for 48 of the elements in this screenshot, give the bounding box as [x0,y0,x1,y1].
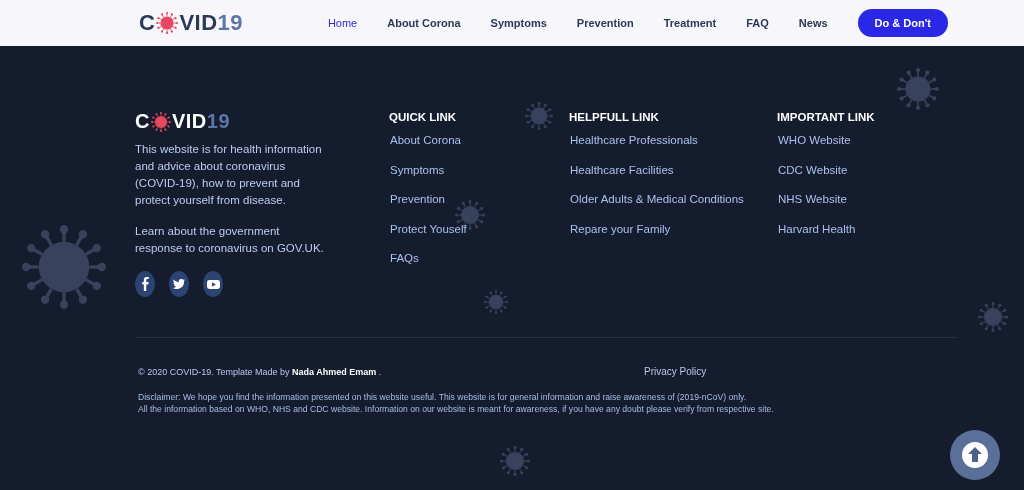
disclaimer-text: All the information based on WHO, NHS and CDC website. Information on our website is meant for awareness, if you have any doubt please verify from respective site. [138,403,775,415]
youtube-button[interactable] [203,271,223,297]
about-paragraph: Learn about the government response to coronavirus on GOV.UK. [135,224,325,256]
logo[interactable]: C VID19 [139,10,244,36]
footer-link[interactable]: Healthcare Professionals [570,133,698,147]
nav-link[interactable]: About Corona [387,17,461,29]
logo[interactable]: C VID19 [135,110,389,133]
footer-link[interactable]: NHS Website [778,192,847,207]
virus-icon [484,290,508,314]
footer-link[interactable]: FAQs [390,251,419,266]
footer-link[interactable]: CDC Website [778,162,848,177]
virus-icon [150,111,171,132]
virus-icon [525,102,553,130]
arrow-up-icon [962,442,988,468]
copyright-text: © 2020 COVID-19. Template Made by Nada Ahmed Emam . [138,366,383,377]
footer-link[interactable]: Symptoms [390,162,445,177]
twitter-button[interactable] [169,271,189,297]
footer-link[interactable]: WHO Website [778,133,851,147]
scroll-to-top-button[interactable] [950,430,1000,480]
twitter-icon [173,279,185,289]
nav-link[interactable]: News [798,17,828,29]
footer-link[interactable]: Protect Youself [390,221,467,236]
virus-icon [156,12,179,34]
do-and-dont-button[interactable]: Do & Don't [857,9,948,37]
youtube-icon [206,279,220,289]
nav-link[interactable]: FAQ [746,17,769,29]
nav-link[interactable]: Treatment [663,17,717,29]
privacy-policy-link[interactable]: Privacy Policy [644,366,707,377]
disclaimer-text: Disclaimer: We hope you find the information presented on this website useful. This website is for general information and raise awareness of (2019-nCoV) only. [138,391,748,403]
nav-link[interactable]: Prevention [576,17,634,29]
footer-link[interactable]: About Corona [390,133,461,147]
virus-icon [500,446,530,476]
column-heading: IMPORTANT LINK [777,111,875,123]
column-heading: HELPFULL LINK [569,111,659,123]
nav-link[interactable]: Home [327,17,358,29]
footer-link[interactable]: Harvard Health [778,221,856,236]
footer-link[interactable]: Healthcare Facilities [570,162,674,177]
virus-icon [978,302,1008,332]
virus-icon [897,68,939,110]
column-heading: QUICK LINK [389,111,457,123]
nav-link[interactable]: Symptoms [490,17,547,29]
footer-link[interactable]: Older Adults & Medical Conditions [570,192,744,207]
about-paragraph: This website is for health information and advice about coronavirus (COVID-19), how to prevent and protect yourself from disease. [135,142,323,208]
footer-link[interactable]: Prevention [390,192,445,207]
footer-link[interactable]: Repare your Family [570,221,671,236]
virus-icon [22,225,106,309]
facebook-icon [141,277,149,291]
facebook-button[interactable] [135,271,155,297]
